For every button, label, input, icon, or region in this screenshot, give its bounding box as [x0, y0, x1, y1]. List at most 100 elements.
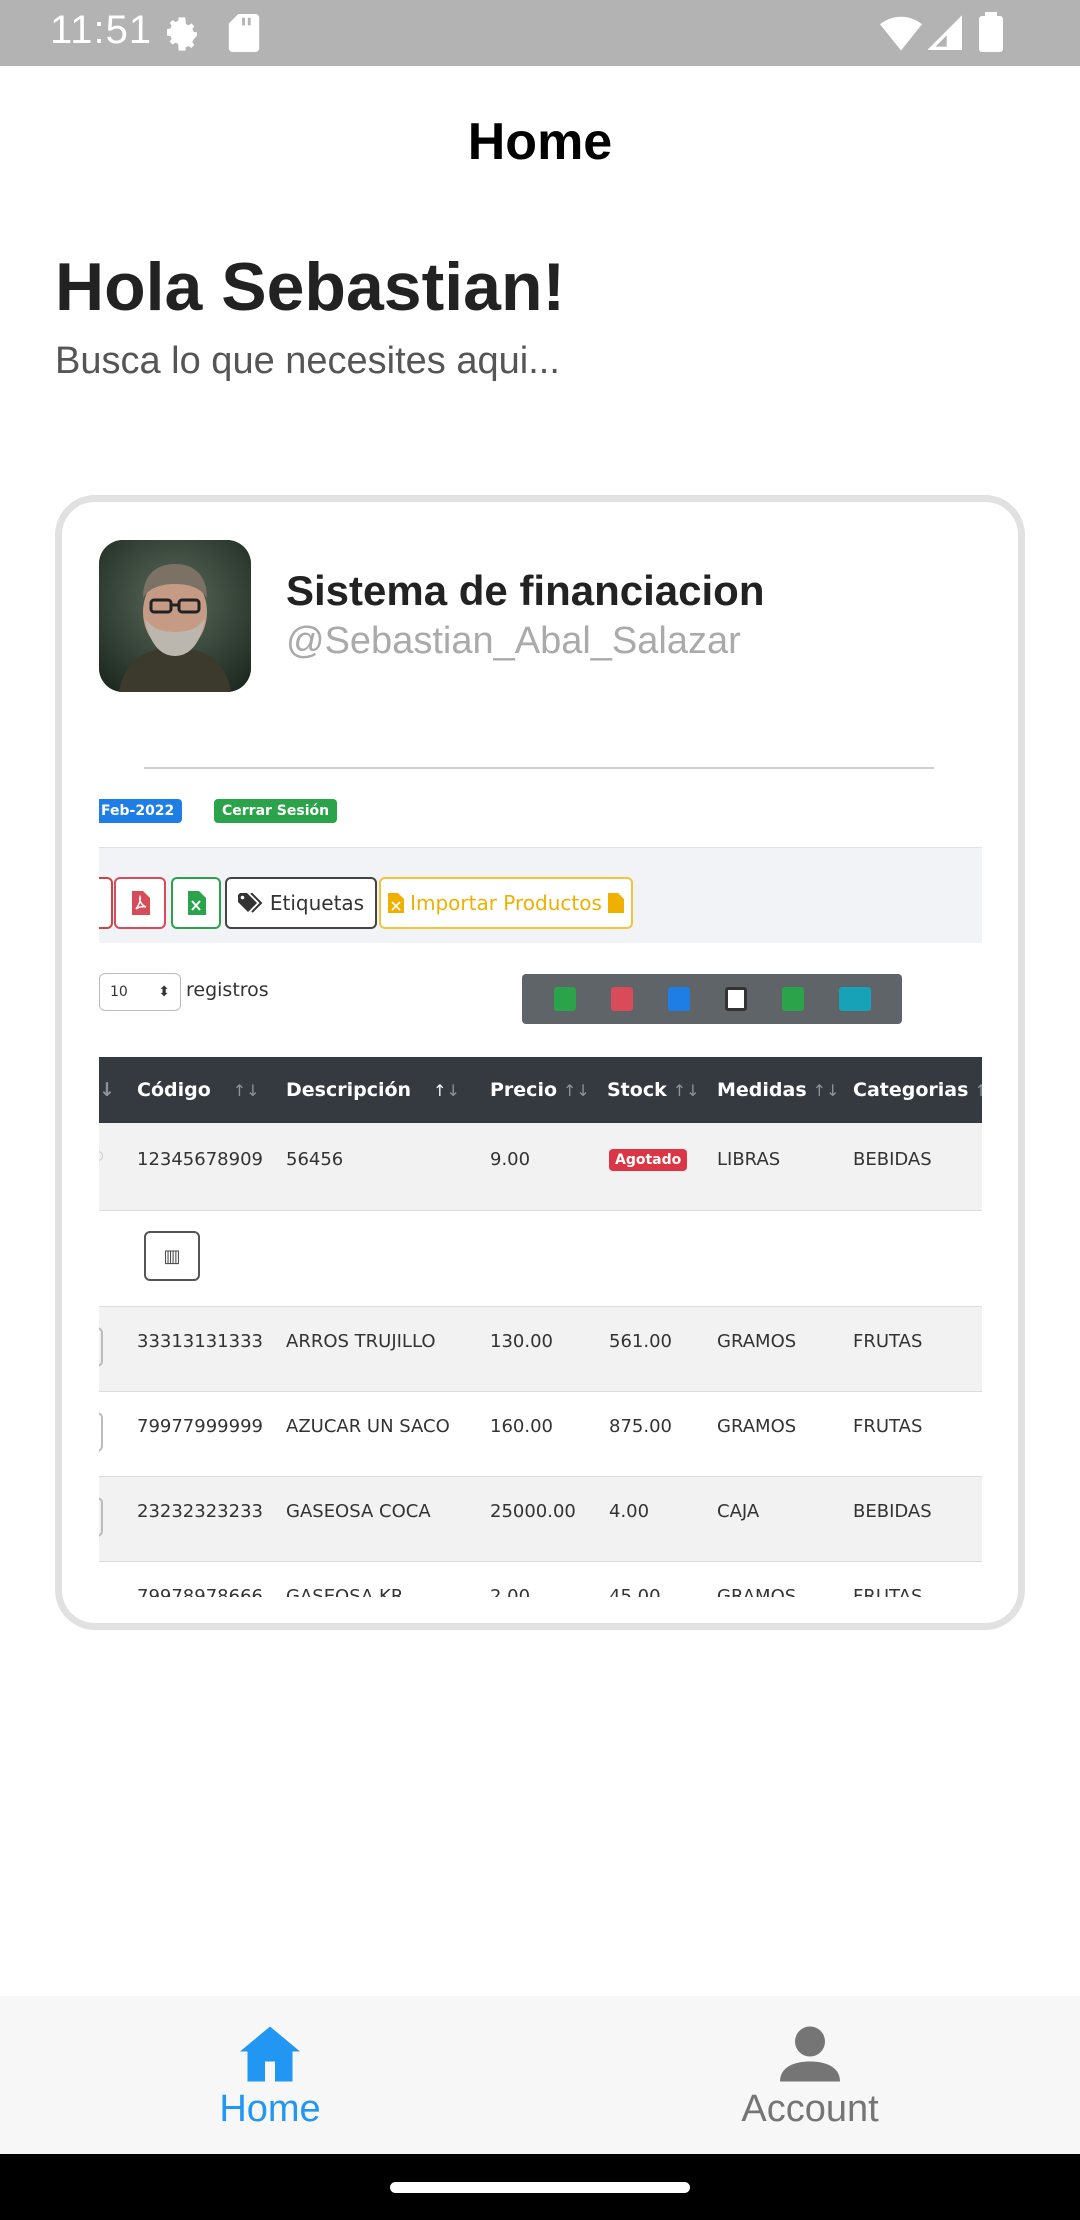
row-radio: [99, 1151, 103, 1161]
bottom-navigation: Home Account: [0, 1996, 1080, 2154]
table-row: 79978978666 GASEOSA KR 2.00 45.00 GRAMOS…: [99, 1562, 982, 1597]
select-arrows-icon: ⬍: [158, 984, 170, 1000]
home-icon: [240, 2026, 300, 2082]
cell-code: 23232323233: [137, 1501, 263, 1522]
preview-date-badge: Feb-2022: [99, 799, 183, 823]
gesture-bar: [0, 2154, 1080, 2220]
avatar: [99, 540, 251, 692]
th-precio: Precio ↑↓: [490, 1079, 590, 1101]
table-row: 12345678909 56456 9.00 Agotado LIBRAS BE…: [99, 1123, 982, 1211]
person-icon: [780, 2026, 840, 2082]
preview-tags-label: Etiquetas: [269, 891, 365, 915]
table-row: 33313131333 ARROS TRUJILLO 130.00 561.00…: [99, 1307, 982, 1392]
card-title: Sistema de financiacion: [286, 567, 765, 614]
preview-excel-button: [171, 877, 221, 929]
status-time: 11:51: [50, 8, 153, 52]
status-bar: 11:51: [0, 0, 1080, 66]
cell-stock: 875.00: [609, 1416, 672, 1437]
preview-logout-badge: Cerrar Sesión: [214, 799, 338, 823]
preview-import-button: Importar Productos: [379, 877, 633, 929]
cell-price: 160.00: [490, 1416, 553, 1437]
export-print-icon: [724, 987, 747, 1011]
status-badge: Agotado: [609, 1149, 688, 1171]
cell-price: 25000.00: [490, 1501, 576, 1522]
cell-category: BEBIDAS: [853, 1149, 932, 1170]
table-child-row: ▥: [99, 1211, 982, 1307]
cell-category: FRUTAS: [853, 1416, 923, 1437]
table-row: 23232323233 GASEOSA COCA 25000.00 4.00 C…: [99, 1477, 982, 1562]
th-descripcion: Descripción ↑↓: [286, 1079, 460, 1101]
greeting-title: Hola Sebastian!: [55, 249, 566, 325]
preview-tags-button: Etiquetas: [225, 877, 377, 929]
nav-item-account[interactable]: Account: [540, 1996, 1080, 2154]
cell-price: 2.00: [490, 1586, 531, 1597]
csv-file-icon: [607, 893, 624, 913]
preview-doc-button: [99, 877, 113, 929]
export-excel-icon: [553, 987, 576, 1011]
export-copy-icon: [667, 987, 690, 1011]
preview-pdf-button: [114, 877, 166, 929]
cell-unit: GRAMOS: [717, 1416, 797, 1437]
cell-code: 12345678909: [137, 1149, 263, 1170]
export-pdf-icon: [610, 987, 633, 1011]
row-expand-stub: [99, 1497, 103, 1537]
cell-category: FRUTAS: [853, 1331, 923, 1352]
signal-icon: [928, 15, 962, 50]
cell-unit: CAJA: [717, 1501, 760, 1522]
cell-code: 79977999999: [137, 1416, 263, 1437]
cell-category: BEBIDAS: [853, 1501, 932, 1522]
export-csv-icon: [781, 987, 804, 1011]
export-columns-icon: [838, 987, 871, 1011]
greeting-subtitle: Busca lo que necesites aqui...: [55, 340, 560, 382]
cell-unit: LIBRAS: [717, 1149, 781, 1170]
nav-label-home: Home: [219, 2088, 321, 2130]
th-stock: Stock ↑↓: [607, 1079, 700, 1101]
nav-label-account: Account: [741, 2088, 879, 2130]
cell-code: 33313131333: [137, 1331, 263, 1352]
avatar-image: [99, 540, 251, 692]
import-file-icon: [388, 893, 405, 913]
cell-code: 79978978666: [137, 1586, 263, 1597]
th-codigo: Código ↑↓: [137, 1079, 260, 1101]
preview-entries-value: 10: [110, 984, 128, 1000]
table-row: 79977999999 AZUCAR UN SACO 160.00 875.00…: [99, 1392, 982, 1477]
nav-item-home[interactable]: Home: [0, 1996, 540, 2154]
row-expand-stub: [99, 1327, 103, 1367]
sdcard-icon: [228, 14, 260, 52]
preview-export-group: [522, 974, 902, 1024]
cell-stock: 561.00: [609, 1331, 672, 1352]
pdf-icon: [132, 891, 150, 915]
th-medidas: Medidas ↑↓: [717, 1079, 840, 1101]
cell-desc: 56456: [286, 1149, 344, 1170]
excel-icon: [188, 891, 206, 915]
cell-price: 9.00: [490, 1149, 531, 1170]
sort-icon: ↓: [99, 1079, 115, 1101]
tags-icon: [237, 893, 263, 913]
preview-entries-label: registros: [186, 979, 269, 1001]
preview-table-header: ↓ Código ↑↓ Descripción ↑↓ Precio ↑↓ Stock ↑…: [99, 1057, 982, 1123]
cell-unit: GRAMOS: [717, 1586, 797, 1597]
preview-import-label: Importar Productos: [410, 891, 602, 915]
th-categorias: Categorias↑↓: [853, 1079, 982, 1101]
cell-price: 130.00: [490, 1331, 553, 1352]
preview-entries-select: 10 ⬍: [99, 973, 181, 1011]
cell-category: FRUTAS: [853, 1586, 923, 1597]
cell-desc: GASEOSA COCA: [286, 1501, 431, 1522]
cell-desc: ARROS TRUJILLO: [286, 1331, 436, 1352]
app-preview-image: Feb-2022 Cerrar Sesión Etiquetas Importa…: [99, 757, 982, 1597]
cell-stock: 4.00: [609, 1501, 650, 1522]
wifi-icon: [880, 16, 922, 51]
cell-desc: GASEOSA KR: [286, 1586, 404, 1597]
cell-unit: GRAMOS: [717, 1331, 797, 1352]
cell-desc: AZUCAR UN SACO: [286, 1416, 450, 1437]
card-handle: @Sebastian_Abal_Salazar: [286, 620, 741, 662]
cell-stock: 45.00: [609, 1586, 661, 1597]
gear-icon: [167, 17, 197, 51]
home-gesture-pill[interactable]: [390, 2182, 690, 2193]
battery-icon: [979, 12, 1003, 52]
preview-divider: [144, 767, 934, 769]
project-card[interactable]: Sistema de financiacion @Sebastian_Abal_…: [55, 495, 1025, 1630]
page-title: Home: [467, 113, 613, 171]
barcode-icon: ▥: [144, 1231, 200, 1281]
row-expand-stub: [99, 1412, 103, 1452]
